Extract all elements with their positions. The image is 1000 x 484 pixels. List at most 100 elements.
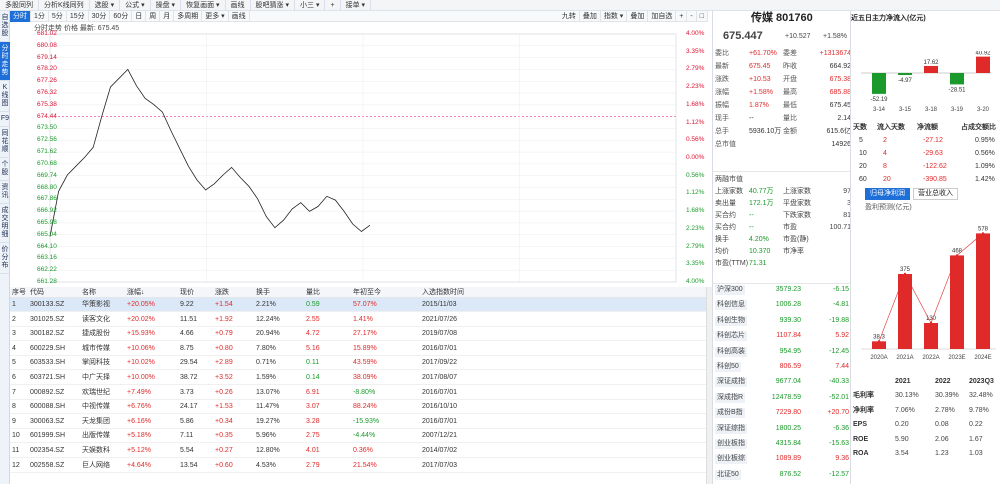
table-row[interactable]: 4 600229.SH 城市传媒 +10.06% 8.75 +0.80 7.80% 5.16 1… <box>10 342 708 356</box>
left-nav-item[interactable]: 资讯 <box>0 181 10 204</box>
price-tick: 663.16 <box>37 254 57 262</box>
left-nav-item[interactable]: 个股 <box>0 158 10 181</box>
left-nav-item[interactable]: 价分布 <box>0 243 10 274</box>
period-tab[interactable]: 月 <box>160 10 175 22</box>
index-change: -6.15 <box>833 286 849 293</box>
period-tab[interactable]: 日 <box>132 10 147 22</box>
quote-field: 2.14 <box>837 115 851 122</box>
index-name[interactable]: 深证综指 <box>715 423 747 434</box>
flow-table-cell: 20 <box>883 176 891 183</box>
index-name[interactable]: 科创芯片 <box>715 331 747 342</box>
period-tab[interactable]: 画线 <box>229 10 250 22</box>
index-name[interactable]: 深成指R <box>715 392 746 403</box>
index-name[interactable]: 北证50 <box>715 469 741 480</box>
index-name[interactable]: 创业板指 <box>715 439 747 449</box>
left-nav-item[interactable]: F9 <box>0 112 10 127</box>
index-name[interactable]: 创业板综 <box>715 454 747 465</box>
period-tab[interactable]: 更多 ▾ <box>202 10 229 22</box>
index-name[interactable]: 科创生物 <box>715 315 747 326</box>
period-tab[interactable]: 30分 <box>89 10 111 22</box>
chart-tool-button[interactable]: 指数 ▾ <box>601 10 628 22</box>
column-header[interactable]: 现价 <box>180 287 194 298</box>
period-tab[interactable]: 分时 <box>10 10 31 22</box>
top-menu-item[interactable]: 多股同列 <box>0 0 39 11</box>
forecast-tab[interactable]: 归母净利润 <box>865 188 910 200</box>
flow-bar-label: 40.92 <box>975 51 991 57</box>
column-header[interactable]: 代码 <box>30 287 44 298</box>
chart-tool-button[interactable]: 叠加 <box>627 10 649 22</box>
fin-cell: 毛利率 <box>853 392 874 399</box>
table-row[interactable]: 3 300182.SZ 捷成股份 +15.93% 4.66 +0.79 20.94% 4.72… <box>10 327 708 342</box>
chart-tool-button[interactable]: 九转 <box>559 10 580 22</box>
flow-bar <box>924 65 938 73</box>
index-name[interactable]: 科创50 <box>715 362 741 372</box>
intraday-chart[interactable]: 681.02 680.08 679.14 678.20 677.26 676.32 675.… <box>10 30 708 286</box>
table-row[interactable]: 6 603721.SH 中广天择 +10.00% 38.72 +3.52 1.59% 0.14… <box>10 371 708 385</box>
table-row[interactable]: 10 601999.SH 出版传媒 +5.18% 7.11 +0.35 5.96% 2.75 -… <box>10 429 708 444</box>
top-menu-item[interactable]: 分析K线同列 <box>39 0 90 11</box>
period-tab[interactable]: 15分 <box>67 10 89 22</box>
period-tab[interactable]: 周 <box>146 10 161 22</box>
table-row[interactable]: 9 300063.SZ 天龙集团 +6.16% 5.86 +0.34 19.27% 3.28 -… <box>10 415 708 429</box>
top-menu-item[interactable]: 公式 ▾ <box>120 0 151 11</box>
top-menu-item[interactable]: 操盘 ▾ <box>151 0 182 11</box>
pct-tick: 0.56% <box>686 171 705 179</box>
index-name[interactable]: 沪深300 <box>715 285 745 295</box>
column-header[interactable]: 量比 <box>306 287 320 298</box>
chart-tool-button[interactable]: - <box>687 10 697 22</box>
table-row[interactable]: 7 000892.SZ 欢瑞世纪 +7.49% 3.73 +0.26 13.07% 6.91 -… <box>10 386 708 400</box>
left-nav-item[interactable]: 自选股 <box>0 11 10 42</box>
table-row[interactable]: 12 002558.SZ 巨人网络 +4.64% 13.54 +0.60 4.53% 2.79… <box>10 459 708 473</box>
quote-field: 675.45 <box>749 63 771 70</box>
column-header[interactable]: 名称 <box>82 287 96 298</box>
table-cell: 3 <box>12 330 16 338</box>
flow-bar-label: -52.19 <box>870 97 888 103</box>
column-header[interactable]: 涨跌 <box>215 287 229 298</box>
table-cell: +20.05% <box>127 301 155 308</box>
top-menu-item[interactable]: + <box>325 0 341 11</box>
flow-table-cell: 0.95% <box>975 137 995 144</box>
left-nav-item[interactable]: K线图 <box>0 81 10 112</box>
quote-field: +10.53 <box>749 76 771 83</box>
period-tab[interactable]: 多周期 <box>174 10 203 22</box>
flow-table-header: 净流额 <box>917 124 938 131</box>
chart-tool-button[interactable]: + <box>676 10 688 22</box>
period-tab[interactable]: 60分 <box>110 10 133 22</box>
table-cell: 601999.SH <box>30 432 66 440</box>
chart-tool-button[interactable]: 叠加 <box>580 10 601 22</box>
period-tab[interactable]: 1分 <box>31 10 49 22</box>
quote-field: 最新 <box>715 63 729 70</box>
table-row[interactable]: 1 300133.SZ 华策影视 +20.05% 9.22 +1.54 2.21% 0.59 5… <box>10 298 708 312</box>
top-menu-item[interactable]: 小三 ▾ <box>295 0 326 11</box>
table-row[interactable]: 11 002354.SZ 天娱数科 +5.12% 5.54 +0.27 12.80% 4.01… <box>10 444 708 458</box>
top-menu-item[interactable]: 选股 ▾ <box>90 0 121 11</box>
table-row[interactable]: 5 603533.SH 掌阅科技 +10.02% 29.54 +2.89 0.71% 0.11… <box>10 356 708 371</box>
left-nav-item[interactable]: 成交明细 <box>0 204 10 243</box>
column-header[interactable]: 年初至今 <box>353 287 381 298</box>
top-menu-bar: 多股同列 分析K线同列 选股 ▾ 公式 ▾ 操盘 ▾ 恢复画面 ▾ 画线 股吧猜涨 ▾ 小三 ▾… <box>0 0 1000 11</box>
index-name[interactable]: 成份B指 <box>715 408 745 419</box>
top-menu-item[interactable]: 接单 ▾ <box>341 0 372 11</box>
column-header[interactable]: 换手 <box>256 287 270 298</box>
table-row[interactable]: 2 301025.SZ 读客文化 +20.02% 11.51 +1.92 12.24% 2.5… <box>10 313 708 327</box>
top-menu-item[interactable]: 股吧猜涨 ▾ <box>251 0 296 11</box>
chart-tool-button[interactable]: □ <box>697 10 708 22</box>
chart-tool-button[interactable]: 加自选 <box>648 10 677 22</box>
table-row[interactable]: 8 600088.SH 中视传媒 +6.76% 24.17 +1.53 11.47% 3.07… <box>10 400 708 415</box>
index-name[interactable]: 科创高装 <box>715 346 747 357</box>
profit-point <box>877 340 881 343</box>
left-nav-item[interactable]: 同花顺 <box>0 127 10 158</box>
column-header[interactable]: 入选指数时间 <box>422 287 464 298</box>
index-name[interactable]: 深证成指 <box>715 377 747 388</box>
top-menu-item[interactable]: 画线 <box>226 0 251 11</box>
left-nav-item[interactable]: 分时走势 <box>0 42 10 81</box>
index-name[interactable]: 科创信息 <box>715 300 747 311</box>
column-header[interactable]: 涨幅↓ <box>127 287 145 298</box>
table-cell: 5 <box>12 359 16 367</box>
forecast-tab[interactable]: 营业总收入 <box>913 188 958 200</box>
profit-point <box>929 321 933 325</box>
top-menu-item[interactable]: 恢复画面 ▾ <box>181 0 226 11</box>
column-header[interactable]: 序号 <box>12 287 26 298</box>
fin-cell: 30.39% <box>935 392 959 399</box>
period-tab[interactable]: 5分 <box>49 10 67 22</box>
